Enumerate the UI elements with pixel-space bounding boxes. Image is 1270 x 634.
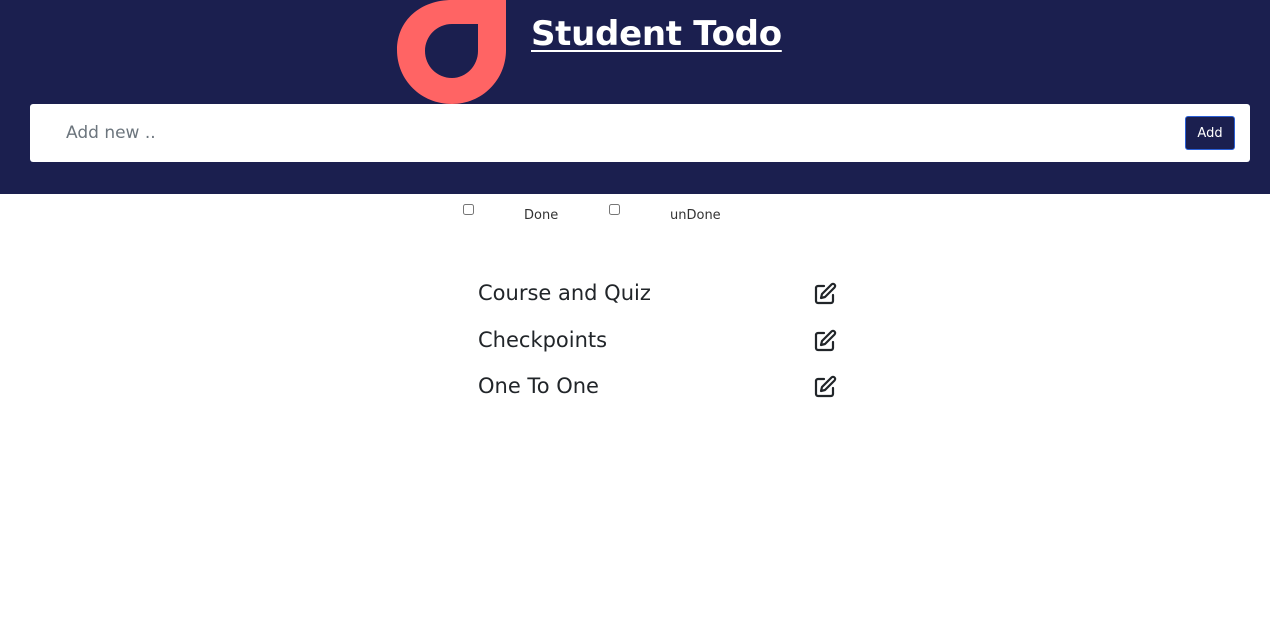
edit-icon[interactable]	[813, 375, 837, 399]
add-todo-form: Add	[30, 104, 1250, 162]
header: Student Todo Add	[0, 0, 1270, 194]
droplet-logo-icon	[397, 0, 506, 104]
todo-item: One To One	[478, 371, 858, 418]
undone-filter-checkbox[interactable]	[609, 204, 620, 215]
add-button[interactable]: Add	[1185, 116, 1235, 150]
todo-item: Course and Quiz	[478, 278, 858, 325]
undone-filter-label: unDone	[670, 208, 721, 223]
done-filter-checkbox[interactable]	[463, 204, 474, 215]
add-todo-input[interactable]	[50, 114, 1202, 152]
todo-item: Checkpoints	[478, 325, 858, 372]
done-filter-label: Done	[524, 208, 559, 223]
edit-icon[interactable]	[813, 282, 837, 306]
todo-text: Course and Quiz	[478, 281, 651, 305]
todo-text: One To One	[478, 374, 599, 398]
app-title[interactable]: Student Todo	[531, 14, 782, 54]
todo-text: Checkpoints	[478, 327, 608, 352]
edit-icon[interactable]	[813, 329, 837, 353]
todo-list: Course and Quiz Checkpoints One To One	[478, 278, 858, 418]
